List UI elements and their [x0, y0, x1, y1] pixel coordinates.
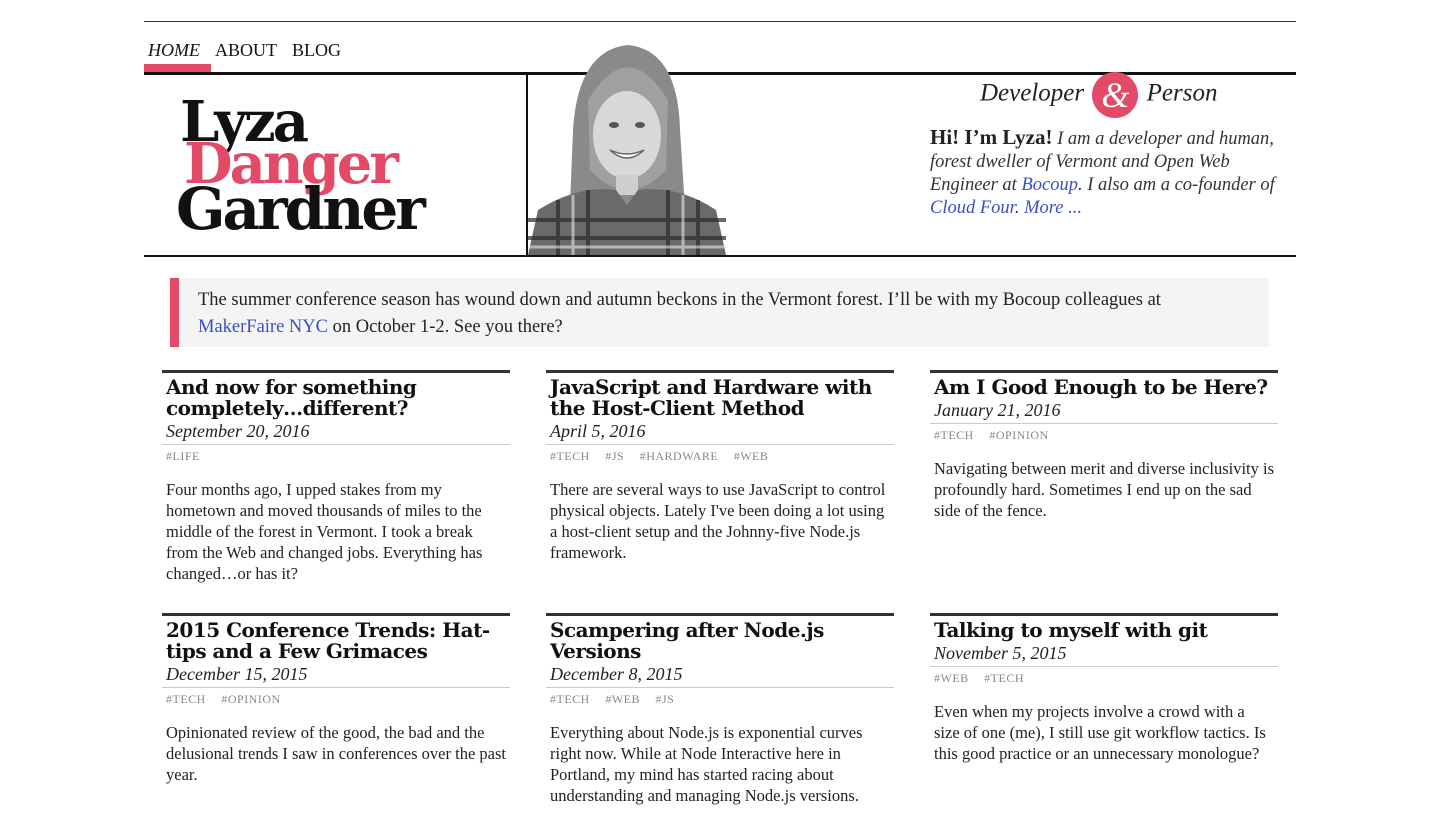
header-bottom-rule — [144, 255, 1296, 257]
post-tag[interactable]: #OPINION — [989, 428, 1048, 442]
post-title[interactable]: JavaScript and Hardware with the Host-Cl… — [546, 373, 894, 419]
post-title[interactable]: Scampering after Node.js Versions — [546, 616, 894, 662]
post-tags: #TECH #OPINION — [162, 688, 510, 710]
post-tag[interactable]: #TECH — [550, 449, 590, 463]
post-tags: #TECH #WEB #JS — [546, 688, 894, 710]
makerfaire-link[interactable]: MakerFaire NYC — [198, 317, 328, 337]
post-date: September 20, 2016 — [162, 419, 510, 445]
post-excerpt: Opinionated review of the good, the bad … — [166, 723, 506, 784]
post-tags: #TECH #JS #HARDWARE #WEB — [546, 445, 894, 467]
post-card: 2015 Conference Trends: Hat-tips and a F… — [162, 613, 510, 785]
intro-text: Hi! I’m Lyza! I am a developer and human… — [930, 126, 1285, 220]
post-date: November 5, 2015 — [930, 641, 1278, 667]
post-tag[interactable]: #LIFE — [166, 449, 200, 463]
notice-text-1: The summer conference season has wound d… — [198, 290, 1161, 310]
post-card: Talking to myself with git November 5, 2… — [930, 613, 1278, 764]
ampersand-badge: & — [1092, 72, 1139, 118]
post-tags: #WEB #TECH — [930, 667, 1278, 689]
bocoup-link[interactable]: Bocoup — [1021, 175, 1078, 195]
post-tag[interactable]: #WEB — [934, 671, 969, 685]
tagline-right: Person — [1146, 79, 1218, 107]
post-tag[interactable]: #WEB — [734, 449, 769, 463]
post-excerpt: Navigating between merit and diverse inc… — [934, 459, 1274, 520]
portrait-photo — [528, 40, 726, 255]
post-title[interactable]: Talking to myself with git — [930, 616, 1278, 641]
post-tag[interactable]: #JS — [656, 692, 675, 706]
post-excerpt: Four months ago, I upped stakes from my … — [166, 480, 483, 583]
more-link[interactable]: More ... — [1024, 198, 1082, 218]
post-tag[interactable]: #TECH — [934, 428, 974, 442]
nav-blog[interactable]: BLOG — [288, 38, 352, 72]
post-tag[interactable]: #WEB — [605, 692, 640, 706]
intro-greeting: Hi! I’m Lyza! — [930, 125, 1053, 149]
site-logo[interactable]: Lyza Danger Gardner — [176, 84, 476, 254]
top-rule — [144, 21, 1296, 22]
post-date: December 8, 2015 — [546, 662, 894, 688]
post-tag[interactable]: #TECH — [550, 692, 590, 706]
logo-line-3: Gardner — [176, 175, 426, 243]
post-excerpt: Even when my projects involve a crowd wi… — [934, 702, 1266, 763]
post-tag[interactable]: #OPINION — [221, 692, 280, 706]
post-card: JavaScript and Hardware with the Host-Cl… — [546, 370, 894, 563]
post-title[interactable]: Am I Good Enough to be Here? — [930, 373, 1278, 398]
announcement-box: The summer conference season has wound d… — [170, 278, 1269, 347]
main-nav: HOME ABOUT BLOG — [144, 38, 352, 72]
post-card: And now for something completely…differe… — [162, 370, 510, 584]
post-tag[interactable]: #TECH — [984, 671, 1024, 685]
post-tags: #LIFE — [162, 445, 510, 467]
post-title[interactable]: 2015 Conference Trends: Hat-tips and a F… — [162, 616, 510, 662]
nav-about[interactable]: ABOUT — [211, 38, 288, 72]
post-tag[interactable]: #TECH — [166, 692, 206, 706]
post-card: Scampering after Node.js Versions Decemb… — [546, 613, 894, 806]
tagline: Developer & Person — [980, 72, 1240, 118]
post-card: Am I Good Enough to be Here? January 21,… — [930, 370, 1278, 521]
intro-text-3: . — [1014, 198, 1020, 218]
post-excerpt: There are several ways to use JavaScript… — [550, 480, 886, 562]
intro-text-2: . I also am a co-founder of — [1077, 175, 1275, 195]
post-date: January 21, 2016 — [930, 398, 1278, 424]
tagline-left: Developer — [980, 79, 1085, 107]
post-tag[interactable]: #HARDWARE — [640, 449, 719, 463]
post-title[interactable]: And now for something completely…differe… — [162, 373, 510, 419]
cloud-four-link[interactable]: Cloud Four — [930, 198, 1015, 218]
post-excerpt: Everything about Node.js is exponential … — [550, 723, 863, 805]
post-date: December 15, 2015 — [162, 662, 510, 688]
post-tag[interactable]: #JS — [605, 449, 624, 463]
post-tags: #TECH #OPINION — [930, 424, 1278, 446]
nav-home[interactable]: HOME — [144, 38, 211, 72]
notice-text-2: on October 1-2. See you there? — [332, 317, 563, 337]
post-date: April 5, 2016 — [546, 419, 894, 445]
